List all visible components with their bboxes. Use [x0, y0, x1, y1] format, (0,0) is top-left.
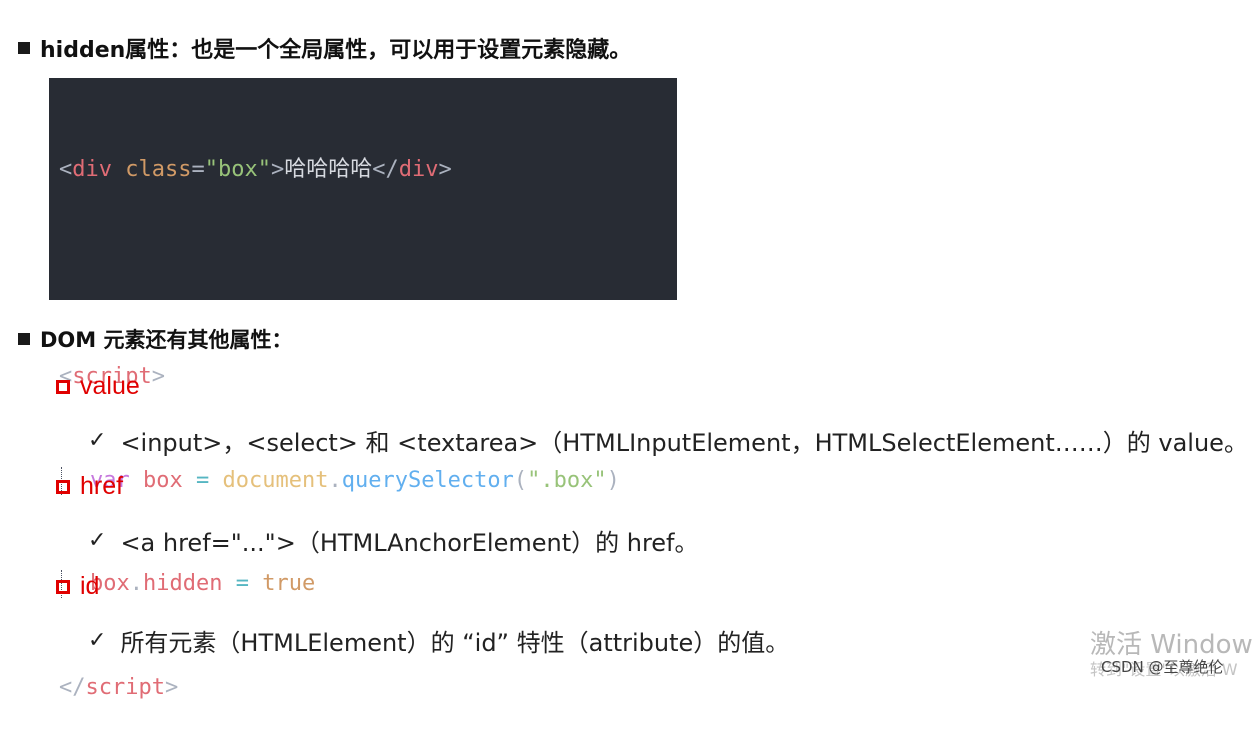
code-token: >: [438, 157, 452, 182]
code-token: =: [196, 467, 210, 493]
code-token: =: [235, 571, 249, 596]
code-token: script: [85, 674, 165, 700]
code-line-4: var box = document.querySelector(".box"): [59, 464, 677, 499]
code-token: .: [328, 467, 342, 493]
property-id-row: id: [56, 572, 99, 601]
square-bullet-icon: [18, 333, 30, 345]
hollow-square-icon: [56, 579, 70, 594]
property-name: href: [80, 472, 124, 500]
checkmark-icon: ✓: [88, 428, 107, 453]
code-line-6: </script>: [59, 671, 677, 706]
property-id-desc: ✓ 所有元素（HTMLElement）的 “id” 特性（attribute）的…: [88, 623, 789, 658]
code-token: div: [72, 157, 112, 182]
code-token: true: [262, 571, 316, 596]
code-token: </: [372, 157, 399, 182]
property-desc: <input>，<select> 和 <textarea>（HTMLInputE…: [120, 429, 1248, 457]
code-token: </: [59, 674, 86, 700]
property-desc: <a href="...">（HTMLAnchorElement）的 href。: [120, 529, 699, 557]
checkmark-icon: ✓: [88, 528, 107, 553]
code-token: >: [270, 157, 285, 182]
code-token: >: [151, 364, 165, 389]
hollow-square-icon: [56, 479, 70, 494]
code-token: div: [398, 157, 439, 182]
heading-dom: DOM 元素还有其他属性：: [40, 328, 293, 352]
code-line-3: <script>: [59, 360, 677, 395]
code-line-5: box.hidden = true: [59, 567, 677, 602]
code-line-1: <div class="box">哈哈哈哈</div>: [59, 153, 677, 188]
code-token: document: [222, 467, 329, 493]
property-href-row: href: [56, 472, 123, 501]
code-token: class: [125, 157, 192, 182]
property-value-desc: ✓ <input>，<select> 和 <textarea>（HTMLInpu…: [88, 423, 1248, 458]
code-token: box: [143, 467, 183, 493]
property-value-row: value: [56, 372, 140, 401]
hollow-square-icon: [56, 379, 70, 394]
heading-hidden-row: hidden属性：也是一个全局属性，可以用于设置元素隐藏。: [18, 32, 631, 64]
code-block: <div class="box">哈哈哈哈</div> <script> var…: [49, 78, 677, 700]
code-token: .: [129, 571, 143, 596]
code-token: (: [513, 467, 528, 493]
property-name: id: [80, 572, 100, 600]
code-token: <: [59, 157, 73, 182]
square-bullet-icon: [18, 42, 30, 54]
property-desc: 所有元素（HTMLElement）的 “id” 特性（attribute）的值。: [120, 629, 790, 657]
code-token: 哈哈哈哈: [284, 157, 373, 182]
heading-dom-row: DOM 元素还有其他属性：: [18, 324, 293, 354]
heading-hidden: hidden属性：也是一个全局属性，可以用于设置元素隐藏。: [40, 38, 632, 63]
code-token: querySelector: [341, 467, 514, 493]
csdn-watermark: CSDN @至尊绝伦: [1101, 658, 1224, 676]
code-token: hidden: [143, 571, 223, 596]
code-token: "box": [204, 157, 271, 182]
property-href-desc: ✓ <a href="...">（HTMLAnchorElement）的 hre…: [88, 523, 699, 558]
code-token: =: [191, 157, 205, 182]
code-token: >: [164, 674, 179, 700]
property-name: value: [80, 372, 140, 400]
code-token: ".box": [527, 467, 607, 493]
code-token: ): [606, 467, 620, 493]
checkmark-icon: ✓: [88, 628, 107, 653]
